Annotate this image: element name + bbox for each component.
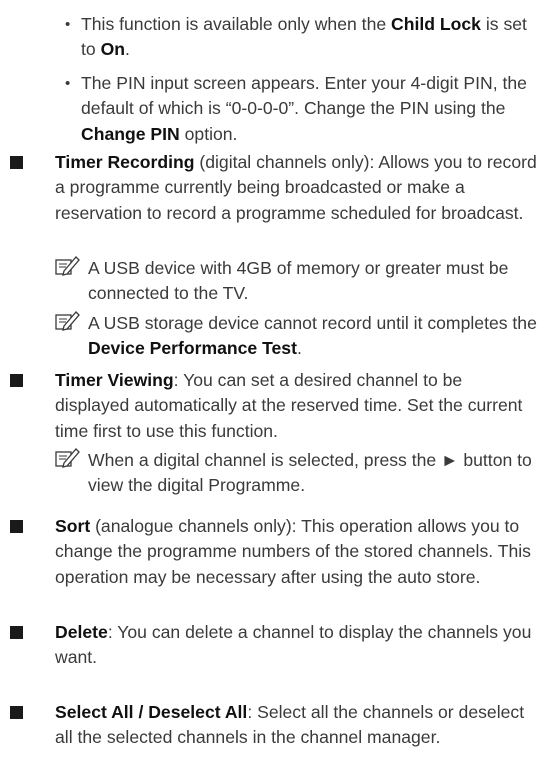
note-text: The PIN input screen appears. Enter your… bbox=[81, 73, 527, 119]
pencil-note-icon bbox=[55, 256, 80, 276]
bullet-note-child-lock: • This function is available only when t… bbox=[65, 12, 539, 63]
note-text: A USB storage device cannot record until… bbox=[88, 313, 537, 333]
pencil-note-icon bbox=[55, 311, 80, 331]
note-usb-performance: A USB storage device cannot record until… bbox=[55, 311, 539, 362]
item-select-all: Select All / Deselect All: Select all th… bbox=[10, 700, 539, 751]
note-text: When a digital channel is selected, pres… bbox=[88, 450, 532, 496]
note-text: . bbox=[296, 338, 302, 359]
bullet-dot-icon: • bbox=[65, 16, 71, 33]
item-title: Timer Recording bbox=[55, 152, 195, 172]
term-on: On bbox=[100, 39, 125, 60]
note-usb-memory: A USB device with 4GB of memory or great… bbox=[55, 256, 539, 307]
item-timer-viewing: Timer Viewing: You can set a desired cha… bbox=[10, 368, 539, 444]
section-square-icon bbox=[10, 156, 23, 169]
section-square-icon bbox=[10, 626, 23, 639]
item-delete: Delete: You can delete a channel to disp… bbox=[10, 620, 539, 671]
bullet-note-pin: • The PIN input screen appears. Enter yo… bbox=[65, 71, 539, 147]
section-square-icon bbox=[10, 374, 23, 387]
item-text: (analogue channels only): This operation… bbox=[55, 516, 531, 587]
item-title: Select All / Deselect All bbox=[55, 702, 248, 722]
note-text: This function is available only when the bbox=[81, 14, 392, 34]
item-title: Sort bbox=[55, 516, 91, 536]
term-device-performance-test: Device Performance Test bbox=[88, 338, 297, 359]
note-digital-channel: When a digital channel is selected, pres… bbox=[55, 448, 539, 499]
note-text: A USB device with 4GB of memory or great… bbox=[88, 258, 509, 304]
item-sort: Sort (analogue channels only): This oper… bbox=[10, 514, 539, 590]
note-text: option. bbox=[179, 123, 238, 144]
manual-page: • This function is available only when t… bbox=[0, 0, 541, 779]
section-square-icon bbox=[10, 520, 23, 533]
pencil-note-icon bbox=[55, 448, 80, 468]
note-text: . bbox=[125, 39, 130, 60]
item-timer-recording: Timer Recording (digital channels only):… bbox=[10, 150, 539, 226]
term-change-pin: Change PIN bbox=[81, 123, 180, 144]
item-text: : You can delete a channel to display th… bbox=[55, 622, 532, 668]
item-title: Timer Viewing bbox=[55, 370, 174, 390]
term-child-lock: Child Lock bbox=[391, 14, 481, 34]
section-square-icon bbox=[10, 706, 23, 719]
bullet-dot-icon: • bbox=[65, 75, 71, 92]
item-title: Delete bbox=[55, 622, 108, 642]
